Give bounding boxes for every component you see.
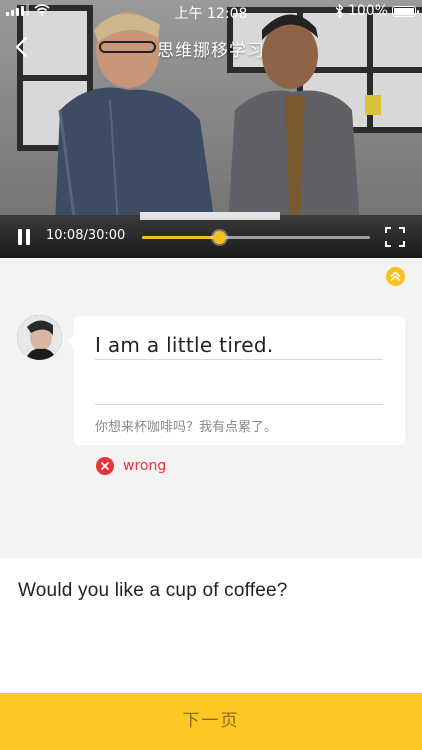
question-text: Would you like a cup of coffee? <box>18 580 288 601</box>
avatar <box>17 315 62 360</box>
pause-button[interactable] <box>16 227 34 247</box>
result-indicator: wrong <box>96 457 166 475</box>
translation-text: 你想来杯咖啡吗？我有点累了。 <box>95 420 278 435</box>
answer-input[interactable] <box>95 370 383 405</box>
battery-percent: 100% <box>347 3 388 19</box>
progress-bar[interactable] <box>142 231 370 244</box>
next-page-button[interactable]: 下一页 <box>0 693 422 750</box>
result-label: wrong <box>123 458 167 474</box>
collapse-button[interactable] <box>386 267 405 286</box>
pause-icon <box>18 229 22 245</box>
status-bar: 上午 12:08 100% <box>0 0 422 24</box>
progress-fill <box>142 236 219 239</box>
video-title: 思维挪移学习 <box>157 41 265 61</box>
divider <box>95 359 383 360</box>
battery-icon <box>392 5 419 17</box>
avatar-image <box>17 315 62 360</box>
status-right: 100% <box>335 3 419 19</box>
collapse-up-icon <box>390 271 401 281</box>
video-player[interactable]: 上午 12:08 100% 思维挪移学习 10:08/30:00 <box>0 0 422 258</box>
fullscreen-icon <box>385 227 405 247</box>
progress-knob[interactable] <box>212 231 226 244</box>
bluetooth-icon <box>335 4 344 18</box>
video-controls: 10:08/30:00 <box>0 216 422 258</box>
fullscreen-button[interactable] <box>385 227 405 247</box>
question-panel: Would you like a cup of coffee? <box>0 558 422 693</box>
answer-card: I am a little tired. 你想来杯咖啡吗？我有点累了。 <box>67 316 405 445</box>
answer-text: I am a little tired. <box>95 333 274 357</box>
close-icon <box>96 457 114 475</box>
time-display: 10:08/30:00 <box>46 228 126 243</box>
